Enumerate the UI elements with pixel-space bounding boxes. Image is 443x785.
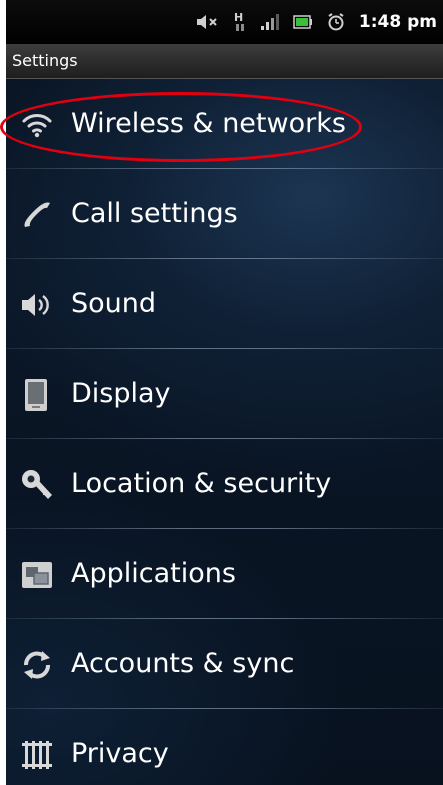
alarm-icon xyxy=(327,0,345,44)
settings-item-privacy[interactable]: Privacy xyxy=(6,709,443,785)
settings-item-accounts-sync[interactable]: Accounts & sync xyxy=(6,619,443,709)
location-security-icon xyxy=(20,469,54,501)
phone-screen: H 1:48 pm Settings Wireless & networks C… xyxy=(6,0,443,785)
settings-item-label: Call settings xyxy=(71,198,238,229)
wifi-icon xyxy=(20,109,54,141)
settings-item-label: Display xyxy=(71,378,171,409)
settings-item-applications[interactable]: Applications xyxy=(6,529,443,619)
settings-item-label: Applications xyxy=(71,558,236,589)
settings-item-location-security[interactable]: Location & security xyxy=(6,439,443,529)
settings-item-wireless-networks[interactable]: Wireless & networks xyxy=(6,79,443,169)
settings-item-display[interactable]: Display xyxy=(6,349,443,439)
status-bar: H 1:48 pm xyxy=(6,0,443,44)
battery-icon xyxy=(293,0,313,44)
signal-icon xyxy=(260,0,279,44)
mute-icon xyxy=(196,0,219,44)
phone-handset-icon xyxy=(20,199,54,231)
settings-item-label: Sound xyxy=(71,288,157,319)
device-frame: H 1:48 pm Settings Wireless & networks C… xyxy=(0,0,443,785)
hspa-data-icon: H xyxy=(233,0,247,44)
privacy-icon xyxy=(20,739,54,771)
settings-item-label: Wireless & networks xyxy=(71,108,346,139)
svg-text:H: H xyxy=(234,11,243,24)
applications-icon xyxy=(20,559,54,591)
page-title: Settings xyxy=(12,51,78,70)
settings-item-sound[interactable]: Sound xyxy=(6,259,443,349)
settings-item-label: Location & security xyxy=(71,468,332,499)
status-icons: H 1:48 pm xyxy=(196,0,443,44)
settings-item-label: Accounts & sync xyxy=(71,648,295,679)
title-bar: Settings xyxy=(6,44,443,79)
display-icon xyxy=(20,379,54,411)
sync-icon xyxy=(20,649,54,681)
settings-list: Wireless & networks Call settings Sound … xyxy=(6,79,443,785)
speaker-icon xyxy=(20,289,54,321)
status-clock: 1:48 pm xyxy=(358,12,437,32)
settings-item-call-settings[interactable]: Call settings xyxy=(6,169,443,259)
settings-item-label: Privacy xyxy=(71,738,169,769)
